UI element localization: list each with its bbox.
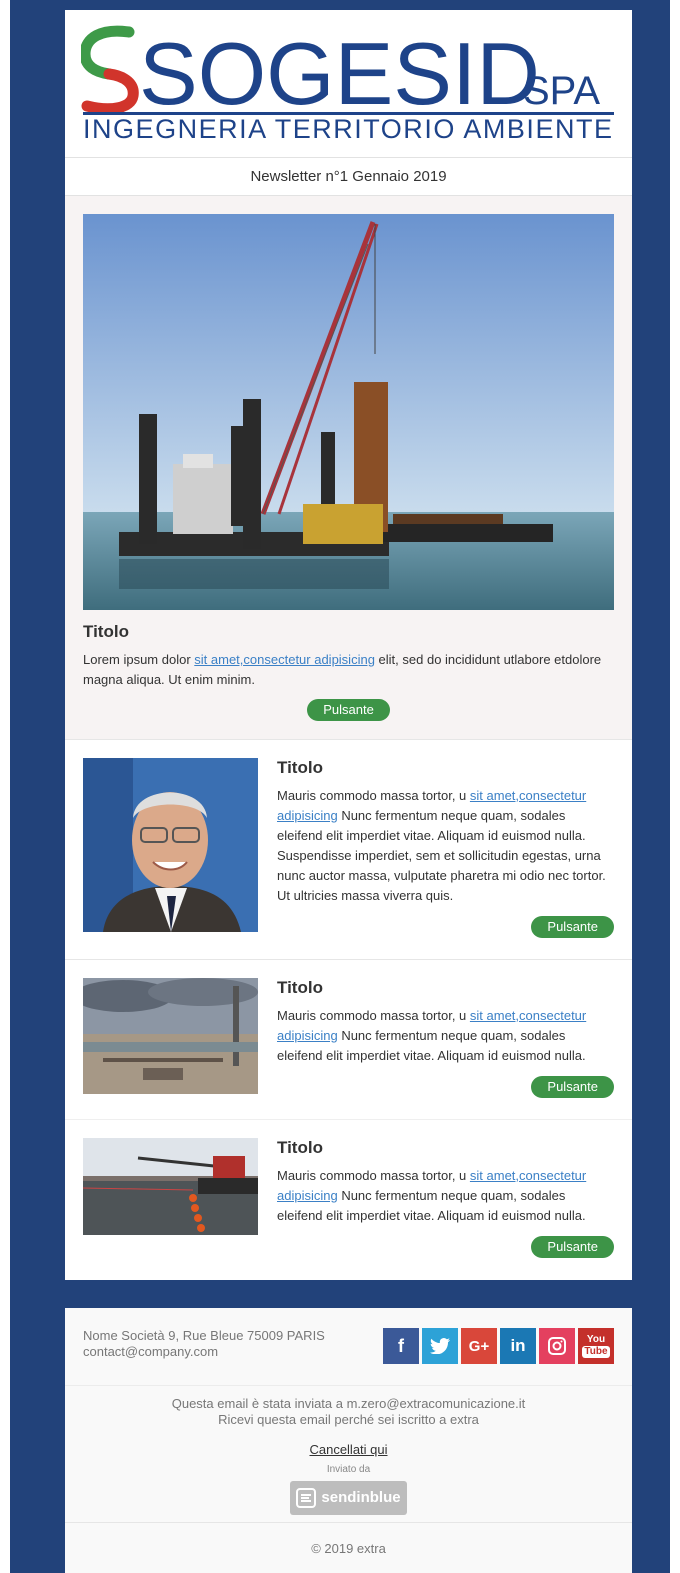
sender-brand-text: sendinblue [321, 1489, 401, 1506]
article-text: Mauris commodo massa tortor, u sit amet,… [277, 786, 614, 906]
left-border [0, 0, 10, 1573]
article-text: Mauris commodo massa tortor, u sit amet,… [277, 1166, 614, 1226]
article-title: Titolo [277, 1138, 323, 1157]
article-row: Titolo Mauris commodo massa tortor, u si… [65, 960, 632, 1120]
article-text-start: Mauris commodo massa tortor, u [277, 1168, 470, 1183]
hero-text: Lorem ipsum dolor sit amet,consectetur a… [83, 650, 614, 690]
google-plus-icon[interactable]: G+ [461, 1328, 497, 1364]
footer: Nome Società 9, Rue Bleue 75009 PARIS co… [65, 1308, 632, 1573]
logo-suffix-text: SPA [523, 69, 600, 113]
article-row: Titolo Mauris commodo massa tortor, u si… [65, 1120, 632, 1280]
article-button[interactable]: Pulsante [531, 916, 614, 938]
logo-brand-text: SOGESID [139, 24, 540, 123]
article-button[interactable]: Pulsante [531, 1076, 614, 1098]
article-image-construction[interactable] [83, 978, 258, 1094]
linkedin-icon[interactable]: in [500, 1328, 536, 1364]
hero-button[interactable]: Pulsante [307, 699, 390, 721]
youtube-icon[interactable]: You Tube [578, 1328, 614, 1364]
newsletter-body: SOGESID SPA INGEGNERIA TERRITORIO AMBIEN… [65, 10, 632, 1280]
footer-contact: Nome Società 9, Rue Bleue 75009 PARIS co… [65, 1308, 632, 1386]
article-row: Titolo Mauris commodo massa tortor, u si… [65, 740, 632, 960]
sent-by-label: Inviato da [326, 1464, 371, 1475]
logo-tagline: INGEGNERIA TERRITORIO AMBIENTE [83, 114, 612, 144]
hero-link[interactable]: sit amet,consectetur adipisicing [194, 652, 375, 667]
article-title: Titolo [277, 758, 323, 777]
hero-text-start: Lorem ipsum dolor [83, 652, 195, 667]
sent-to-text: Questa email è stata inviata a m.zero@ex… [171, 1396, 526, 1411]
article-title: Titolo [277, 978, 323, 997]
header-logo[interactable]: SOGESID SPA INGEGNERIA TERRITORIO AMBIEN… [65, 10, 632, 158]
article-image-crane-barge[interactable] [83, 1138, 258, 1235]
sogesid-logo-icon: SOGESID SPA INGEGNERIA TERRITORIO AMBIEN… [81, 24, 614, 144]
article-text-start: Mauris commodo massa tortor, u [277, 1008, 470, 1023]
copyright: © 2019 extra [65, 1522, 632, 1573]
article-button[interactable]: Pulsante [531, 1236, 614, 1258]
hero-title: Titolo [83, 622, 129, 641]
article-text-start: Mauris commodo massa tortor, u [277, 788, 470, 803]
article-text: Mauris commodo massa tortor, u sit amet,… [277, 1006, 614, 1066]
footer-notice: Questa email è stata inviata a m.zero@ex… [65, 1386, 632, 1515]
hero-image[interactable] [83, 214, 614, 610]
reason-text: Ricevi questa email perché sei iscritto … [218, 1412, 479, 1427]
twitter-icon[interactable] [422, 1328, 458, 1364]
unsubscribe-link[interactable]: Cancellati qui [309, 1442, 387, 1458]
social-icons: f G+ in You Tube [383, 1328, 614, 1385]
hero-section: Titolo Lorem ipsum dolor sit amet,consec… [65, 196, 632, 740]
footer-email[interactable]: contact@company.com [83, 1344, 325, 1360]
article-image-portrait[interactable] [83, 758, 258, 932]
facebook-icon[interactable]: f [383, 1328, 419, 1364]
footer-address: Nome Società 9, Rue Bleue 75009 PARIS [83, 1328, 325, 1343]
sendinblue-logo-icon [296, 1488, 317, 1508]
instagram-icon[interactable] [539, 1328, 575, 1364]
sendinblue-badge[interactable]: sendinblue [290, 1481, 407, 1515]
issue-label: Newsletter n°1 Gennaio 2019 [65, 158, 632, 196]
right-border [670, 0, 680, 1573]
